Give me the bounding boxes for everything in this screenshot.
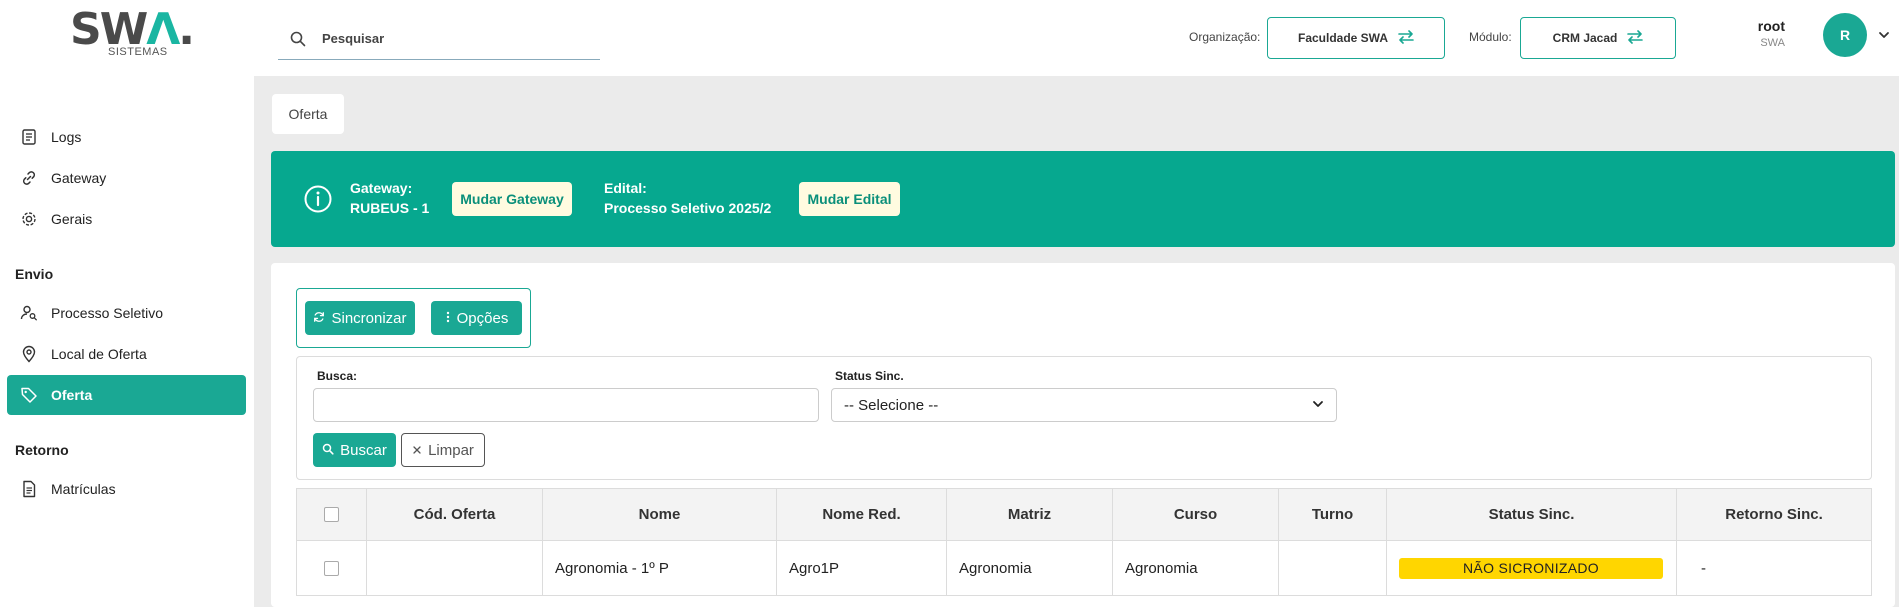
sync-icon <box>313 310 325 327</box>
tab-oferta[interactable]: Oferta <box>272 94 344 134</box>
logo-dot: . <box>178 4 195 55</box>
search-button-label: Buscar <box>340 441 387 459</box>
chevron-down-icon <box>1312 397 1324 414</box>
column-header[interactable]: Status Sinc. <box>1387 489 1677 540</box>
search-bar[interactable] <box>278 18 600 60</box>
clear-button[interactable]: Limpar <box>401 433 485 467</box>
organization-selector[interactable]: Faculdade SWA <box>1267 17 1445 59</box>
cell-retorno-sinc: - <box>1701 559 1706 577</box>
column-header[interactable]: Retorno Sinc. <box>1677 489 1871 540</box>
select-all-cell <box>297 489 367 540</box>
change-gateway-button[interactable]: Mudar Gateway <box>452 182 572 216</box>
sidebar-section-envio: Envio <box>15 266 54 282</box>
map-pin-icon <box>19 344 39 364</box>
swap-arrows-icon <box>1398 29 1414 47</box>
module-value: CRM Jacad <box>1552 31 1618 45</box>
sidebar-item-label: Local de Oferta <box>51 346 147 362</box>
close-icon <box>412 442 422 459</box>
column-header[interactable]: Turno <box>1279 489 1387 540</box>
sidebar-item-label: Gerais <box>51 211 93 227</box>
log-list-icon <box>19 127 39 147</box>
search-icon <box>322 442 334 459</box>
top-bar: SWΛ. SISTEMAS Organização: Faculdade SWA… <box>0 0 1899 76</box>
table-row[interactable]: Agronomia - 1º P Agro1P Agronomia Agrono… <box>297 541 1871 595</box>
column-header[interactable]: Matriz <box>947 489 1113 540</box>
sidebar-item-gateway[interactable]: Gateway <box>7 158 246 198</box>
sidebar-item-label: Oferta <box>51 387 93 403</box>
sidebar-item-oferta[interactable]: Oferta <box>7 375 246 415</box>
column-header[interactable]: Curso <box>1113 489 1279 540</box>
more-vertical-icon <box>445 310 451 327</box>
column-header[interactable]: Nome Red. <box>777 489 947 540</box>
sidebar-item-matriculas[interactable]: Matrículas <box>7 469 246 509</box>
sidebar-item-gerais[interactable]: Gerais <box>7 199 246 239</box>
swap-arrows-icon <box>1627 29 1644 47</box>
gateway-value: RUBEUS - 1 <box>350 200 430 216</box>
user-organization: SWA <box>1760 37 1785 49</box>
select-all-checkbox[interactable] <box>324 507 339 522</box>
cell-nome-red: Agro1P <box>777 541 947 595</box>
cell-curso: Agronomia <box>1113 541 1279 595</box>
edital-value: Processo Seletivo 2025/2 <box>604 200 772 216</box>
row-checkbox[interactable] <box>324 560 339 576</box>
clear-button-label: Limpar <box>428 441 474 459</box>
cell-status-sinc: NÃO SICRONIZADO <box>1387 541 1677 595</box>
cell-turno <box>1279 541 1387 595</box>
module-selector[interactable]: CRM Jacad <box>1520 17 1676 59</box>
logo[interactable]: SWΛ. SISTEMAS <box>70 8 195 60</box>
action-toolbar: Sincronizar Opções <box>296 288 531 348</box>
cell-nome: Agronomia - 1º P <box>543 541 777 595</box>
user-name: root <box>1757 18 1785 34</box>
gear-icon <box>19 209 39 229</box>
document-icon <box>19 479 39 499</box>
logo-subtitle: SISTEMAS <box>108 46 168 58</box>
sidebar-item-label: Gateway <box>51 170 107 186</box>
options-button[interactable]: Opções <box>431 301 522 335</box>
gateway-label: Gateway: <box>350 180 413 196</box>
edital-label: Edital: <box>604 180 647 196</box>
offers-table: Cód. Oferta Nome Nome Red. Matriz Curso … <box>296 488 1872 596</box>
sidebar-item-label: Logs <box>51 129 82 145</box>
table-header: Cód. Oferta Nome Nome Red. Matriz Curso … <box>297 489 1871 541</box>
row-select-cell <box>297 541 367 595</box>
change-edital-button[interactable]: Mudar Edital <box>799 182 900 216</box>
column-header[interactable]: Nome <box>543 489 777 540</box>
search-filter-input[interactable] <box>313 388 819 422</box>
chevron-down-icon[interactable] <box>1877 28 1891 42</box>
sidebar-item-local-de-oferta[interactable]: Local de Oferta <box>7 334 246 374</box>
options-label: Opções <box>456 309 509 327</box>
filter-panel: Busca: Status Sinc. -- Selecione -- Busc… <box>296 356 1872 480</box>
status-filter-select[interactable]: -- Selecione -- <box>831 388 1337 422</box>
organization-label: Organização: <box>1189 30 1261 44</box>
context-banner: Gateway: RUBEUS - 1 Mudar Gateway Edital… <box>271 151 1895 247</box>
column-header[interactable]: Cód. Oferta <box>367 489 543 540</box>
status-filter-selected: -- Selecione -- <box>844 396 939 414</box>
cell-matriz: Agronomia <box>947 541 1113 595</box>
sidebar-item-logs[interactable]: Logs <box>7 117 246 157</box>
module-label: Módulo: <box>1469 30 1512 44</box>
sidebar-section-retorno: Retorno <box>15 442 69 458</box>
status-filter-label: Status Sinc. <box>835 369 904 383</box>
sync-button[interactable]: Sincronizar <box>305 301 415 335</box>
link-icon <box>19 168 39 188</box>
sidebar-item-label: Matrículas <box>51 481 116 497</box>
status-badge: NÃO SICRONIZADO <box>1399 557 1663 579</box>
cell-cod-oferta <box>367 541 543 595</box>
sync-label: Sincronizar <box>331 309 407 327</box>
search-icon <box>290 29 310 49</box>
user-search-icon <box>19 303 39 323</box>
search-button[interactable]: Buscar <box>313 433 396 467</box>
sidebar: Logs Gateway Gerais Envio Processo Selet… <box>0 76 254 607</box>
search-filter-label: Busca: <box>317 369 358 383</box>
info-icon <box>303 184 333 214</box>
sidebar-item-processo-seletivo[interactable]: Processo Seletivo <box>7 293 246 333</box>
tag-icon <box>19 385 39 405</box>
search-input[interactable] <box>322 31 582 46</box>
sidebar-item-label: Processo Seletivo <box>51 305 164 321</box>
organization-value: Faculdade SWA <box>1297 31 1389 45</box>
avatar[interactable]: R <box>1823 13 1867 57</box>
